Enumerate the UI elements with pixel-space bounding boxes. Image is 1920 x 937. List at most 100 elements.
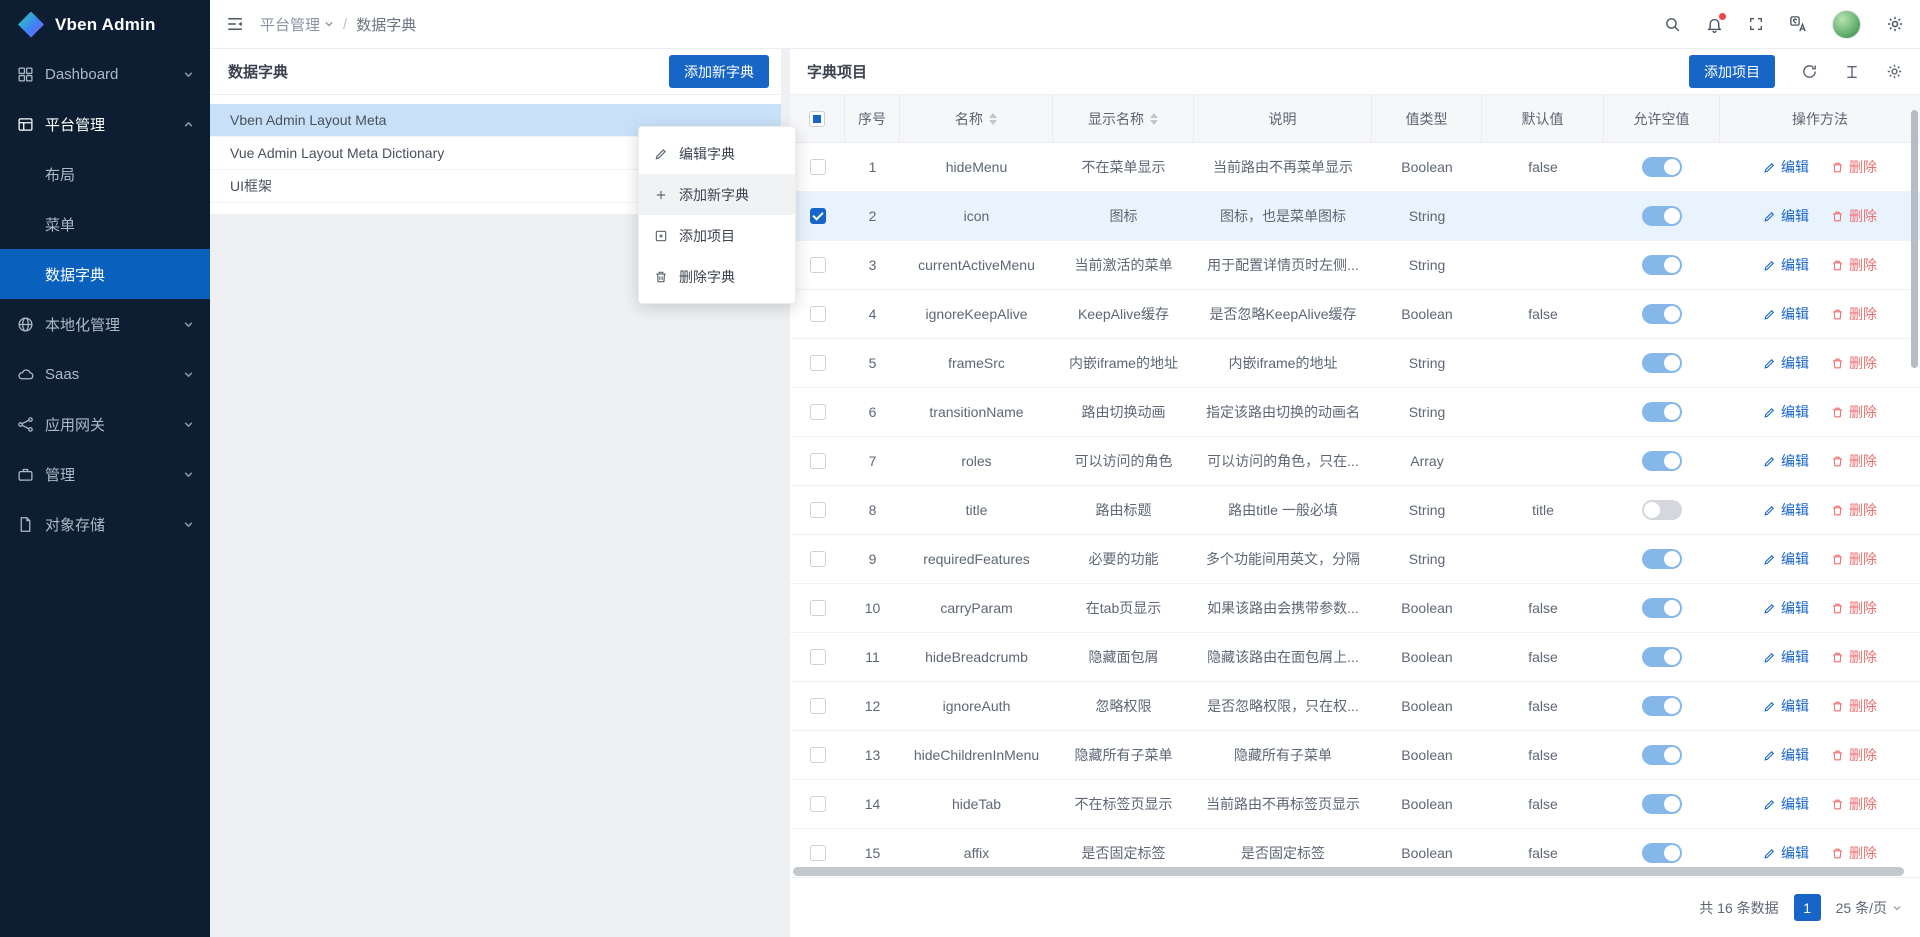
delete-link[interactable]: 删除	[1831, 549, 1877, 569]
edit-link[interactable]: 编辑	[1763, 647, 1809, 667]
notification-bell-icon[interactable]	[1706, 16, 1723, 33]
edit-link[interactable]: 编辑	[1763, 598, 1809, 618]
edit-link[interactable]: 编辑	[1763, 304, 1809, 324]
row-checkbox[interactable]	[810, 257, 826, 273]
edit-link[interactable]: 编辑	[1763, 549, 1809, 569]
nullable-toggle[interactable]	[1642, 353, 1682, 373]
row-checkbox[interactable]	[810, 159, 826, 175]
nullable-toggle[interactable]	[1642, 157, 1682, 177]
nullable-toggle[interactable]	[1642, 451, 1682, 471]
settings-gear-icon[interactable]	[1886, 15, 1904, 33]
table-row[interactable]: 8 title 路由标题 路由title 一般必填 String title 编…	[790, 486, 1920, 535]
nullable-toggle[interactable]	[1642, 500, 1682, 520]
context-menu-item-delete-dictionary[interactable]: 删除字典	[639, 256, 795, 297]
user-avatar[interactable]	[1832, 10, 1861, 39]
fullscreen-icon[interactable]	[1748, 16, 1764, 32]
translate-icon[interactable]	[1789, 15, 1807, 33]
delete-link[interactable]: 删除	[1831, 500, 1877, 520]
table-row[interactable]: 3 currentActiveMenu 当前激活的菜单 用于配置详情页时左侧..…	[790, 241, 1920, 290]
row-checkbox[interactable]	[810, 600, 826, 616]
table-row[interactable]: 4 ignoreKeepAlive KeepAlive缓存 是否忽略KeepAl…	[790, 290, 1920, 339]
row-checkbox[interactable]	[810, 306, 826, 322]
sidebar-item-dashboard[interactable]: Dashboard	[0, 49, 210, 99]
page-size-select[interactable]: 25 条/页	[1836, 898, 1902, 918]
row-checkbox[interactable]	[810, 453, 826, 469]
table-row[interactable]: 11 hideBreadcrumb 隐藏面包屑 隐藏该路由在面包屑上... Bo…	[790, 633, 1920, 682]
delete-link[interactable]: 删除	[1831, 157, 1877, 177]
delete-link[interactable]: 删除	[1831, 353, 1877, 373]
delete-link[interactable]: 删除	[1831, 304, 1877, 324]
add-item-button[interactable]: 添加项目	[1689, 55, 1775, 88]
edit-link[interactable]: 编辑	[1763, 745, 1809, 765]
sidebar-item-management[interactable]: 管理	[0, 449, 210, 499]
pagination-page-button[interactable]: 1	[1794, 894, 1821, 921]
sidebar-item-data-dictionary[interactable]: 数据字典	[0, 249, 210, 299]
delete-link[interactable]: 删除	[1831, 745, 1877, 765]
nullable-toggle[interactable]	[1642, 549, 1682, 569]
edit-link[interactable]: 编辑	[1763, 843, 1809, 863]
sidebar-item-layout[interactable]: 布局	[0, 149, 210, 199]
breadcrumb-section[interactable]: 平台管理	[260, 14, 334, 35]
row-checkbox[interactable]	[810, 698, 826, 714]
delete-link[interactable]: 删除	[1831, 255, 1877, 275]
row-checkbox[interactable]	[810, 404, 826, 420]
context-menu-item-add-item[interactable]: 添加项目	[639, 215, 795, 256]
sidebar-item-menu[interactable]: 菜单	[0, 199, 210, 249]
edit-link[interactable]: 编辑	[1763, 402, 1809, 422]
sidebar-item-platform[interactable]: 平台管理	[0, 99, 210, 149]
refresh-icon[interactable]	[1801, 63, 1818, 80]
sidebar-item-localization[interactable]: 本地化管理	[0, 299, 210, 349]
column-header-name[interactable]: 名称	[900, 95, 1053, 142]
delete-link[interactable]: 删除	[1831, 451, 1877, 471]
delete-link[interactable]: 删除	[1831, 794, 1877, 814]
row-checkbox[interactable]	[810, 845, 826, 861]
nullable-toggle[interactable]	[1642, 745, 1682, 765]
row-checkbox[interactable]	[810, 355, 826, 371]
nullable-toggle[interactable]	[1642, 402, 1682, 422]
delete-link[interactable]: 删除	[1831, 598, 1877, 618]
nullable-toggle[interactable]	[1642, 843, 1682, 863]
app-logo[interactable]: Vben Admin	[0, 0, 210, 49]
delete-link[interactable]: 删除	[1831, 647, 1877, 667]
table-row[interactable]: 2 icon 图标 图标，也是菜单图标 String 编辑 删除	[790, 192, 1920, 241]
row-checkbox[interactable]	[810, 796, 826, 812]
nullable-toggle[interactable]	[1642, 647, 1682, 667]
context-menu-item-edit-dictionary[interactable]: 编辑字典	[639, 133, 795, 174]
edit-link[interactable]: 编辑	[1763, 451, 1809, 471]
table-row[interactable]: 6 transitionName 路由切换动画 指定该路由切换的动画名 Stri…	[790, 388, 1920, 437]
table-row[interactable]: 9 requiredFeatures 必要的功能 多个功能间用英文，分隔 Str…	[790, 535, 1920, 584]
row-checkbox[interactable]	[810, 208, 826, 224]
sidebar-item-saas[interactable]: Saas	[0, 349, 210, 399]
add-dictionary-button[interactable]: 添加新字典	[669, 55, 769, 88]
nullable-toggle[interactable]	[1642, 696, 1682, 716]
delete-link[interactable]: 删除	[1831, 843, 1877, 863]
nullable-toggle[interactable]	[1642, 794, 1682, 814]
edit-link[interactable]: 编辑	[1763, 206, 1809, 226]
nullable-toggle[interactable]	[1642, 304, 1682, 324]
row-checkbox[interactable]	[810, 551, 826, 567]
edit-link[interactable]: 编辑	[1763, 696, 1809, 716]
delete-link[interactable]: 删除	[1831, 696, 1877, 716]
select-all-checkbox[interactable]	[809, 111, 825, 127]
nullable-toggle[interactable]	[1642, 598, 1682, 618]
table-row[interactable]: 13 hideChildrenInMenu 隐藏所有子菜单 隐藏所有子菜单 Bo…	[790, 731, 1920, 780]
menu-fold-icon[interactable]	[226, 15, 244, 33]
horizontal-scrollbar[interactable]	[793, 867, 1904, 876]
table-row[interactable]: 14 hideTab 不在标签页显示 当前路由不再标签页显示 Boolean f…	[790, 780, 1920, 829]
row-height-icon[interactable]	[1844, 64, 1860, 80]
column-header-display[interactable]: 显示名称	[1053, 95, 1194, 142]
table-row[interactable]: 12 ignoreAuth 忽略权限 是否忽略权限，只在权... Boolean…	[790, 682, 1920, 731]
context-menu-item-add-dictionary[interactable]: 添加新字典	[639, 174, 795, 215]
delete-link[interactable]: 删除	[1831, 402, 1877, 422]
table-row[interactable]: 1 hideMenu 不在菜单显示 当前路由不再菜单显示 Boolean fal…	[790, 143, 1920, 192]
column-settings-icon[interactable]	[1886, 63, 1903, 80]
nullable-toggle[interactable]	[1642, 255, 1682, 275]
sidebar-item-gateway[interactable]: 应用网关	[0, 399, 210, 449]
sidebar-item-object-storage[interactable]: 对象存储	[0, 499, 210, 549]
row-checkbox[interactable]	[810, 649, 826, 665]
edit-link[interactable]: 编辑	[1763, 353, 1809, 373]
nullable-toggle[interactable]	[1642, 206, 1682, 226]
table-row[interactable]: 10 carryParam 在tab页显示 如果该路由会携带参数... Bool…	[790, 584, 1920, 633]
table-row[interactable]: 5 frameSrc 内嵌iframe的地址 内嵌iframe的地址 Strin…	[790, 339, 1920, 388]
row-checkbox[interactable]	[810, 747, 826, 763]
